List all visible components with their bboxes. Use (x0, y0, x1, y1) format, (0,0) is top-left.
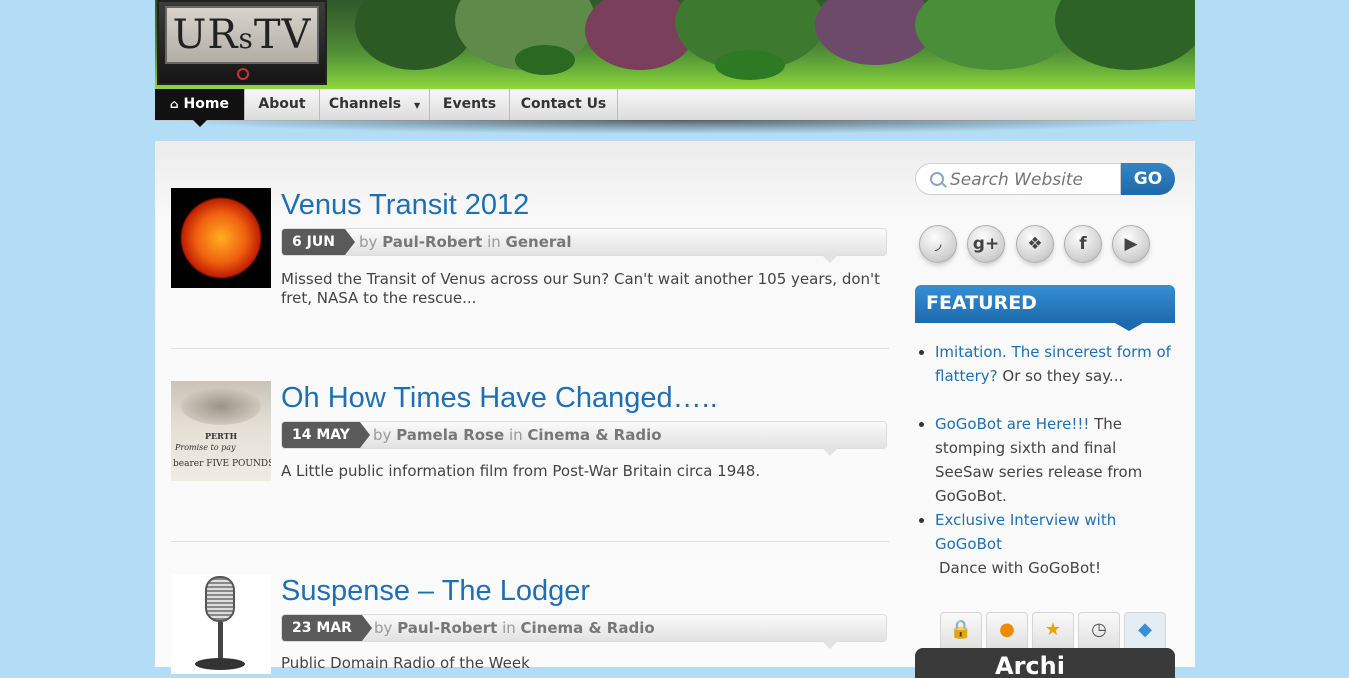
clock-icon[interactable]: ◷ (1078, 612, 1120, 648)
post-divider (171, 541, 889, 542)
featured-heading: FEATURED (915, 285, 1175, 331)
post-excerpt: A Little public information film from Po… (281, 462, 761, 480)
post-title[interactable]: Venus Transit 2012 (281, 188, 529, 222)
logo-text: URsTV (165, 6, 319, 64)
youtube-icon[interactable]: ▶ (1112, 225, 1150, 263)
featured-link[interactable]: Exclusive Interview with GoGoBot (935, 511, 1116, 553)
search-input[interactable] (948, 168, 1112, 192)
logo-record-icon (237, 68, 249, 80)
tag-icon[interactable]: ◆ (1124, 612, 1166, 648)
author-link[interactable]: Paul-Robert (397, 619, 497, 637)
post-excerpt: Public Domain Radio of the Week (281, 654, 530, 672)
post-title[interactable]: Suspense – The Lodger (281, 574, 590, 608)
featured-item: Exclusive Interview with GoGoBot Dance w… (919, 508, 1180, 580)
author-link[interactable]: Pamela Rose (396, 426, 504, 444)
post-byline: by Paul-Robert in General (359, 233, 572, 251)
lock-icon[interactable]: 🔒 (940, 612, 982, 648)
nav-contact[interactable]: Contact Us (510, 89, 618, 120)
post-item: PERTH Promise to pay bearer FIVE POUNDS … (171, 381, 891, 491)
post-item: Venus Transit 2012 6 JUN by Paul-Robert … (171, 188, 891, 318)
post-excerpt: Missed the Transit of Venus across our S… (281, 270, 881, 307)
page-wrapper: URsTV ⌂ Home About Channels ▼ Events Con… (155, 0, 1195, 678)
comment-icon[interactable]: ● (986, 612, 1028, 648)
microphone-icon (205, 576, 235, 622)
featured-item: Imitation. The sincerest form of flatter… (919, 340, 1180, 388)
home-icon: ⌂ (170, 97, 179, 111)
chevron-down-icon: ▼ (413, 101, 421, 110)
category-link[interactable]: Cinema & Radio (521, 619, 655, 637)
post-date: 23 MAR (282, 615, 372, 641)
post-title[interactable]: Oh How Times Have Changed….. (281, 381, 718, 415)
search-go-button[interactable]: GO (1121, 163, 1175, 195)
category-link[interactable]: General (506, 233, 572, 251)
rss-icon[interactable]: ◞ (919, 225, 957, 263)
archive-heading: Archi (915, 648, 1175, 678)
search-box (915, 163, 1121, 195)
header-banner: URsTV (155, 0, 1195, 89)
nav-shadow (165, 120, 1190, 134)
post-meta: 6 JUN by Paul-Robert in General (281, 228, 887, 263)
featured-link[interactable]: GoGoBot are Here!!! (935, 415, 1089, 433)
post-item: Suspense – The Lodger 23 MAR by Paul-Rob… (171, 574, 891, 674)
nav-channels[interactable]: Channels ▼ (320, 89, 430, 120)
post-divider (171, 348, 889, 349)
post-meta: 23 MAR by Paul-Robert in Cinema & Radio (281, 614, 887, 649)
post-byline: by Paul-Robert in Cinema & Radio (374, 619, 655, 637)
post-thumbnail[interactable] (171, 574, 271, 674)
nav-events[interactable]: Events (430, 89, 510, 120)
content-area: Venus Transit 2012 6 JUN by Paul-Robert … (155, 141, 1195, 678)
main-nav: ⌂ Home About Channels ▼ Events Contact U… (155, 89, 1195, 127)
twitter-icon[interactable]: ❖ (1016, 225, 1054, 263)
nav-about[interactable]: About (245, 89, 320, 120)
post-byline: by Pamela Rose in Cinema & Radio (373, 426, 662, 444)
site-logo[interactable]: URsTV (157, 0, 327, 85)
star-icon[interactable]: ★ (1032, 612, 1074, 648)
author-link[interactable]: Paul-Robert (382, 233, 482, 251)
post-meta: 14 MAY by Pamela Rose in Cinema & Radio (281, 421, 887, 456)
post-date: 14 MAY (282, 422, 370, 448)
facebook-icon[interactable]: f (1064, 225, 1102, 263)
featured-item: GoGoBot are Here!!! The stomping sixth a… (919, 412, 1180, 508)
nav-home[interactable]: ⌂ Home (155, 89, 245, 127)
post-date: 6 JUN (282, 229, 355, 255)
google-plus-icon[interactable]: g+ (967, 225, 1005, 263)
search-icon (930, 172, 944, 186)
post-thumbnail[interactable]: PERTH Promise to pay bearer FIVE POUNDS (171, 381, 271, 481)
category-link[interactable]: Cinema & Radio (527, 426, 661, 444)
